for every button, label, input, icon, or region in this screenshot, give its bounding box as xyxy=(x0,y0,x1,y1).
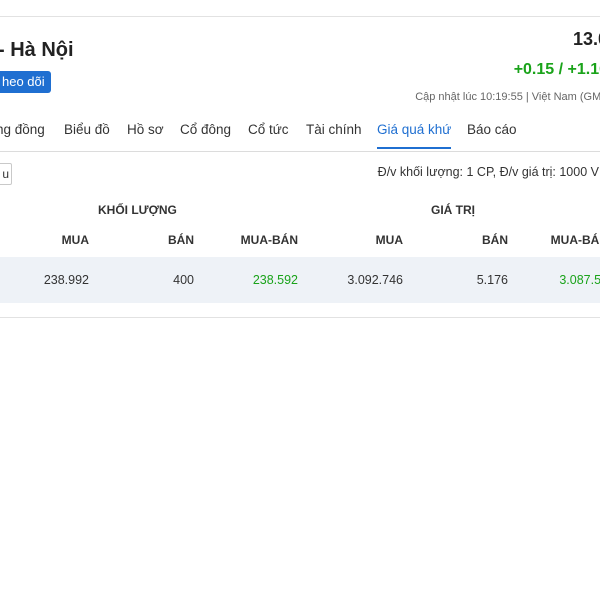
filter-button[interactable]: u xyxy=(0,163,12,185)
volume-group-header: KHỐI LƯỢNG xyxy=(98,203,177,217)
col-volume-net: MUA-BÁN xyxy=(240,233,298,247)
update-timestamp: Cập nhật lúc 10:19:55 | Việt Nam (GMT xyxy=(415,91,600,103)
col-value-net: MUA-BÁN xyxy=(550,233,600,247)
current-price: 13.0 xyxy=(572,29,600,49)
tab-co-tuc[interactable]: Cổ tức xyxy=(248,122,289,149)
tab-gia-qua-khu[interactable]: Giá quá khứ xyxy=(377,122,452,149)
stock-detail-panel: - Hà Nội heo dõi 13.0 +0.15 / +1.16 Cập … xyxy=(0,16,600,318)
col-value-buy: MUA xyxy=(375,233,403,247)
tab-cong-dong[interactable]: ng đồng xyxy=(0,122,45,149)
col-volume-sell: BÁN xyxy=(168,233,194,247)
price-change: +0.15 / +1.16 xyxy=(513,61,600,78)
tab-bieu-do[interactable]: Biểu đồ xyxy=(64,122,110,149)
col-value-sell: BÁN xyxy=(482,233,508,247)
cell-value-buy: 3.092.746 xyxy=(347,273,403,287)
cell-value-net: 3.087.57 xyxy=(559,273,600,287)
tab-ho-so[interactable]: Hồ sơ xyxy=(127,122,164,149)
tab-co-dong[interactable]: Cổ đông xyxy=(180,122,231,149)
col-volume-buy: MUA xyxy=(61,233,89,247)
cell-value-sell: 5.176 xyxy=(476,273,508,287)
follow-button[interactable]: heo dõi xyxy=(0,71,51,93)
tab-bao-cao[interactable]: Báo cáo xyxy=(467,122,517,149)
cell-volume-net: 238.592 xyxy=(252,273,298,287)
value-group-header: GIÁ TRỊ xyxy=(431,203,475,217)
cell-volume-buy: 238.992 xyxy=(43,273,89,287)
tab-bar: ng đồng Biểu đồ Hồ sơ Cổ đông Cổ tức Tài… xyxy=(0,117,600,152)
cell-volume-sell: 400 xyxy=(173,273,194,287)
units-note: Đ/v khối lượng: 1 CP, Đ/v giá trị: 1000 … xyxy=(377,165,600,179)
tab-tai-chinh[interactable]: Tài chính xyxy=(306,122,362,149)
stock-title: - Hà Nội xyxy=(0,39,74,61)
table-row xyxy=(0,257,600,303)
